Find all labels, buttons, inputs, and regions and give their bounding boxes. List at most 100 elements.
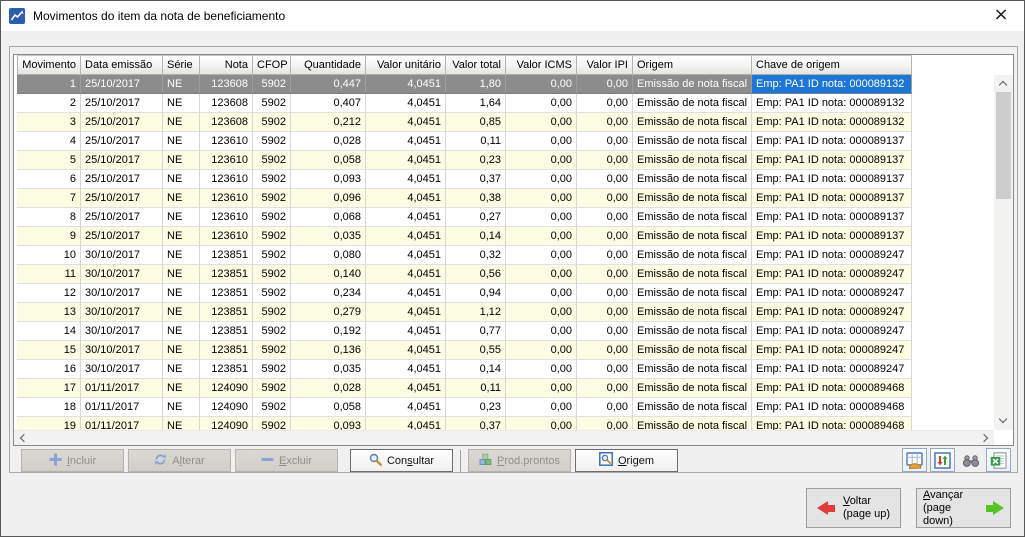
cell-cfop[interactable]: 5902 xyxy=(253,227,291,246)
cell-valor-total[interactable]: 0,23 xyxy=(446,151,506,170)
cell-valor-total[interactable]: 0,77 xyxy=(446,322,506,341)
cell-valor-total[interactable]: 0,37 xyxy=(446,417,506,430)
column-header-origem[interactable]: Origem xyxy=(633,55,752,75)
cell-nota[interactable]: 123608 xyxy=(200,75,253,94)
cell-nota[interactable]: 123610 xyxy=(200,170,253,189)
table-row[interactable]: 1630/10/2017NE12385159020,0354,04510,140… xyxy=(17,360,994,379)
close-icon[interactable]: × xyxy=(984,2,1018,28)
column-header-cfop[interactable]: CFOP xyxy=(253,55,291,75)
cell-movimento[interactable]: 12 xyxy=(17,284,81,303)
cell-valor-unit-rio[interactable]: 4,0451 xyxy=(366,208,446,227)
cell-quantidade[interactable]: 0,096 xyxy=(291,189,366,208)
table-row[interactable]: 1330/10/2017NE12385159020,2794,04511,120… xyxy=(17,303,994,322)
cell-data-emiss-o[interactable]: 30/10/2017 xyxy=(81,322,163,341)
cell-chave-de-origem[interactable]: Emp: PA1 ID nota: 000089137 xyxy=(752,151,912,170)
cell-valor-ipi[interactable]: 0,00 xyxy=(577,322,633,341)
cell-valor-total[interactable]: 0,14 xyxy=(446,227,506,246)
cell-chave-de-origem[interactable]: Emp: PA1 ID nota: 000089132 xyxy=(752,75,912,94)
cell-valor-total[interactable]: 1,64 xyxy=(446,94,506,113)
cell-quantidade[interactable]: 0,028 xyxy=(291,132,366,151)
scroll-down-icon[interactable] xyxy=(999,415,1007,423)
table-row[interactable]: 125/10/2017NE12360859020,4474,04511,800,… xyxy=(17,75,994,94)
cell-chave-de-origem[interactable]: Emp: PA1 ID nota: 000089468 xyxy=(752,379,912,398)
cell-valor-unit-rio[interactable]: 4,0451 xyxy=(366,341,446,360)
cell-data-emiss-o[interactable]: 25/10/2017 xyxy=(81,132,163,151)
cell-s-rie[interactable]: NE xyxy=(163,265,200,284)
cell-cfop[interactable]: 5902 xyxy=(253,189,291,208)
cell-origem[interactable]: Emissão de nota fiscal xyxy=(633,189,752,208)
cell-s-rie[interactable]: NE xyxy=(163,151,200,170)
cell-cfop[interactable]: 5902 xyxy=(253,284,291,303)
cell-chave-de-origem[interactable]: Emp: PA1 ID nota: 000089247 xyxy=(752,322,912,341)
cell-chave-de-origem[interactable]: Emp: PA1 ID nota: 000089247 xyxy=(752,341,912,360)
cell-s-rie[interactable]: NE xyxy=(163,284,200,303)
cell-quantidade[interactable]: 0,080 xyxy=(291,246,366,265)
cell-chave-de-origem[interactable]: Emp: PA1 ID nota: 000089137 xyxy=(752,208,912,227)
cell-movimento[interactable]: 19 xyxy=(17,417,81,430)
cell-nota[interactable]: 123851 xyxy=(200,322,253,341)
cell-s-rie[interactable]: NE xyxy=(163,341,200,360)
cell-data-emiss-o[interactable]: 25/10/2017 xyxy=(81,208,163,227)
cell-valor-ipi[interactable]: 0,00 xyxy=(577,379,633,398)
cell-s-rie[interactable]: NE xyxy=(163,75,200,94)
cell-valor-ipi[interactable]: 0,00 xyxy=(577,189,633,208)
cell-cfop[interactable]: 5902 xyxy=(253,151,291,170)
cell-valor-unit-rio[interactable]: 4,0451 xyxy=(366,284,446,303)
cell-data-emiss-o[interactable]: 25/10/2017 xyxy=(81,113,163,132)
voltar-page-up-button[interactable]: Voltar (page up) xyxy=(806,488,901,528)
cell-valor-ipi[interactable]: 0,00 xyxy=(577,113,633,132)
cell-chave-de-origem[interactable]: Emp: PA1 ID nota: 000089137 xyxy=(752,227,912,246)
cell-cfop[interactable]: 5902 xyxy=(253,341,291,360)
cell-valor-total[interactable]: 0,23 xyxy=(446,398,506,417)
cell-quantidade[interactable]: 0,093 xyxy=(291,417,366,430)
cell-movimento[interactable]: 1 xyxy=(17,75,81,94)
cell-valor-unit-rio[interactable]: 4,0451 xyxy=(366,94,446,113)
sort-arrows-icon[interactable] xyxy=(930,448,955,472)
cell-valor-icms[interactable]: 0,00 xyxy=(506,360,577,379)
cell-data-emiss-o[interactable]: 01/11/2017 xyxy=(81,379,163,398)
cell-valor-icms[interactable]: 0,00 xyxy=(506,189,577,208)
cell-cfop[interactable]: 5902 xyxy=(253,94,291,113)
cell-s-rie[interactable]: NE xyxy=(163,132,200,151)
cell-valor-unit-rio[interactable]: 4,0451 xyxy=(366,265,446,284)
table-row[interactable]: 1130/10/2017NE12385159020,1404,04510,560… xyxy=(17,265,994,284)
column-header-valor-ipi[interactable]: Valor IPI xyxy=(577,55,633,75)
cell-origem[interactable]: Emissão de nota fiscal xyxy=(633,341,752,360)
cell-movimento[interactable]: 3 xyxy=(17,113,81,132)
cell-origem[interactable]: Emissão de nota fiscal xyxy=(633,113,752,132)
cell-origem[interactable]: Emissão de nota fiscal xyxy=(633,284,752,303)
cell-valor-icms[interactable]: 0,00 xyxy=(506,265,577,284)
cell-nota[interactable]: 123608 xyxy=(200,113,253,132)
cell-movimento[interactable]: 14 xyxy=(17,322,81,341)
cell-nota[interactable]: 123610 xyxy=(200,227,253,246)
vertical-scrollbar[interactable] xyxy=(994,75,1013,430)
cell-valor-icms[interactable]: 0,00 xyxy=(506,303,577,322)
cell-cfop[interactable]: 5902 xyxy=(253,132,291,151)
cell-valor-ipi[interactable]: 0,00 xyxy=(577,265,633,284)
cell-data-emiss-o[interactable]: 25/10/2017 xyxy=(81,151,163,170)
cell-valor-icms[interactable]: 0,00 xyxy=(506,341,577,360)
vertical-scroll-thumb[interactable] xyxy=(996,92,1011,199)
table-row[interactable]: 1901/11/2017NE12409059020,0934,04510,370… xyxy=(17,417,994,430)
cell-chave-de-origem[interactable]: Emp: PA1 ID nota: 000089247 xyxy=(752,246,912,265)
cell-nota[interactable]: 123851 xyxy=(200,341,253,360)
cell-quantidade[interactable]: 0,447 xyxy=(291,75,366,94)
cell-valor-icms[interactable]: 0,00 xyxy=(506,208,577,227)
cell-valor-ipi[interactable]: 0,00 xyxy=(577,398,633,417)
cell-movimento[interactable]: 11 xyxy=(17,265,81,284)
cell-valor-ipi[interactable]: 0,00 xyxy=(577,151,633,170)
cell-quantidade[interactable]: 0,028 xyxy=(291,379,366,398)
cell-chave-de-origem[interactable]: Emp: PA1 ID nota: 000089247 xyxy=(752,303,912,322)
cell-valor-total[interactable]: 0,14 xyxy=(446,360,506,379)
cell-chave-de-origem[interactable]: Emp: PA1 ID nota: 000089132 xyxy=(752,113,912,132)
table-row[interactable]: 625/10/2017NE12361059020,0934,04510,370,… xyxy=(17,170,994,189)
cell-valor-unit-rio[interactable]: 4,0451 xyxy=(366,189,446,208)
cell-valor-unit-rio[interactable]: 4,0451 xyxy=(366,360,446,379)
cell-valor-icms[interactable]: 0,00 xyxy=(506,170,577,189)
cell-cfop[interactable]: 5902 xyxy=(253,417,291,430)
cell-valor-total[interactable]: 0,37 xyxy=(446,170,506,189)
cell-data-emiss-o[interactable]: 30/10/2017 xyxy=(81,265,163,284)
column-header-data-emiss-o[interactable]: Data emissão xyxy=(81,55,163,75)
cell-s-rie[interactable]: NE xyxy=(163,379,200,398)
table-row[interactable]: 1030/10/2017NE12385159020,0804,04510,320… xyxy=(17,246,994,265)
